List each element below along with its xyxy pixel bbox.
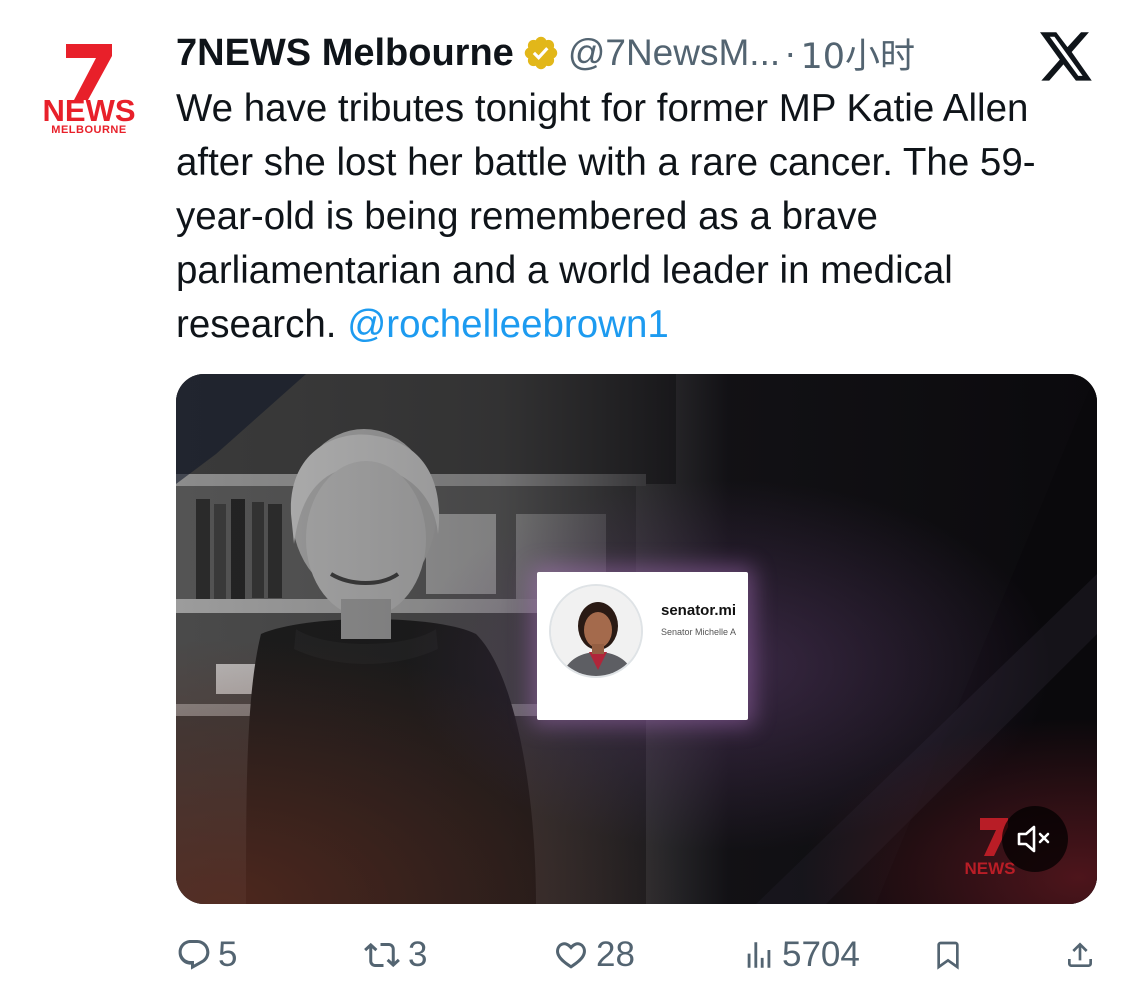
profile-card: senator.mi Senator Michelle A <box>537 572 748 720</box>
avatar[interactable]: NEWS MELBOURNE <box>30 44 148 144</box>
heart-icon <box>556 942 586 969</box>
avatar-city-text: MELBOURNE <box>51 124 127 136</box>
bookmark-icon <box>937 941 959 970</box>
share-button[interactable] <box>1064 930 1096 980</box>
watermark-text: NEWS <box>965 859 1016 878</box>
mention-link[interactable]: @rochelleebrown1 <box>347 303 669 346</box>
card-username: senator.mi <box>661 602 737 619</box>
post-time[interactable]: 10小时 <box>800 28 915 79</box>
retweet-icon <box>364 942 400 968</box>
card-avatar <box>549 584 643 678</box>
seven-logo-icon <box>66 44 112 100</box>
bookmark-button[interactable] <box>932 930 964 980</box>
user-handle[interactable]: @7NewsM... <box>568 32 780 74</box>
tweet-header: 7NEWS Melbourne @7NewsM... · 10小时 <box>176 28 915 78</box>
view-count: 5704 <box>782 935 860 974</box>
reply-count: 5 <box>218 935 238 974</box>
retweet-count: 3 <box>408 935 428 974</box>
share-icon <box>1068 942 1092 967</box>
avatar-news-text: NEWS <box>42 93 136 128</box>
speaker-muted-icon <box>1017 825 1050 853</box>
action-bar: 5 3 28 5704 <box>176 930 1111 980</box>
person-photo-icon <box>551 586 641 676</box>
verified-badge-icon[interactable] <box>522 34 560 72</box>
video-player[interactable]: senator.mi Senator Michelle A NEWS <box>176 374 1097 904</box>
card-fullname: Senator Michelle A <box>661 627 737 637</box>
retweet-button[interactable]: 3 <box>362 930 427 980</box>
views-chart-icon <box>747 942 771 968</box>
reply-icon <box>178 940 210 970</box>
views-button[interactable]: 5704 <box>742 930 860 980</box>
separator-dot: · <box>784 32 797 73</box>
x-logo-icon <box>1040 32 1092 81</box>
like-button[interactable]: 28 <box>552 930 635 980</box>
like-count: 28 <box>596 935 635 974</box>
display-name[interactable]: 7NEWS Melbourne <box>176 32 514 75</box>
reply-button[interactable]: 5 <box>176 930 237 980</box>
mute-button[interactable] <box>1002 806 1068 872</box>
tweet-text: We have tributes tonight for former MP K… <box>176 82 1111 352</box>
